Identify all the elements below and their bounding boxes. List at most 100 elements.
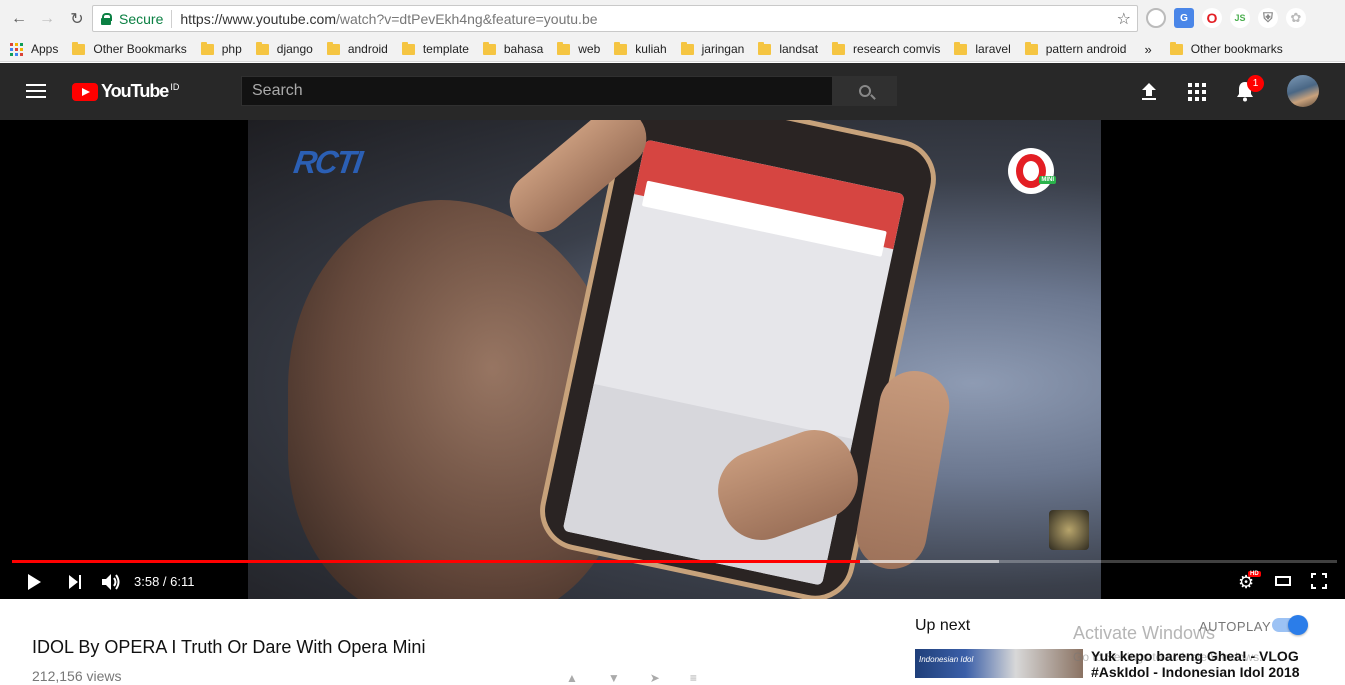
next-icon[interactable] bbox=[69, 575, 83, 589]
video-title: IDOL By OPERA I Truth Or Dare With Opera… bbox=[32, 637, 426, 657]
bookmark-label: research comvis bbox=[853, 42, 941, 56]
folder-icon bbox=[680, 41, 694, 55]
bookmark-folder[interactable]: django bbox=[255, 41, 313, 56]
secure-label: Secure bbox=[119, 10, 164, 27]
volume-icon[interactable] bbox=[101, 573, 121, 591]
share-icon[interactable]: ➤ bbox=[650, 671, 660, 685]
folder-icon bbox=[200, 41, 214, 55]
extension-leaf-icon[interactable]: ✿ bbox=[1286, 8, 1306, 28]
fullscreen-icon[interactable] bbox=[1311, 573, 1327, 589]
watch-info: IDOL By OPERA I Truth Or Dare With Opera… bbox=[0, 599, 1345, 685]
logo-region: ID bbox=[170, 81, 180, 92]
avatar[interactable] bbox=[1287, 75, 1319, 107]
video-frame[interactable]: RCTI MINI bbox=[248, 120, 1101, 599]
folder-icon bbox=[401, 41, 415, 55]
youtube-play-logo-icon bbox=[72, 82, 98, 101]
apps-icon[interactable] bbox=[1188, 83, 1206, 101]
autoplay-toggle-knob[interactable] bbox=[1288, 615, 1308, 635]
folder-icon bbox=[72, 41, 86, 55]
folder-icon bbox=[482, 41, 496, 55]
bookmark-folder[interactable]: android bbox=[326, 41, 388, 56]
folder-icon bbox=[326, 41, 340, 55]
js-extension-icon[interactable]: JS bbox=[1230, 8, 1250, 28]
logo-text: YouTube bbox=[101, 81, 169, 101]
dislike-icon[interactable]: ▼ bbox=[608, 671, 620, 685]
bookmark-folder[interactable]: php bbox=[200, 41, 242, 56]
video-player[interactable]: RCTI MINI bbox=[0, 120, 1345, 599]
search-icon bbox=[858, 85, 871, 97]
browser-toolbar: ← → ↻ Secure https://www.youtube.com/wat… bbox=[0, 0, 1345, 37]
bookmark-other-folder[interactable]: Other bookmarks bbox=[1169, 41, 1283, 56]
upload-icon[interactable] bbox=[1140, 82, 1158, 102]
folder-icon bbox=[832, 41, 846, 55]
bookmark-folder[interactable]: Other Bookmarks bbox=[72, 41, 187, 56]
folder-icon bbox=[557, 41, 571, 55]
youtube-logo[interactable]: YouTube ID bbox=[72, 81, 179, 102]
search-button[interactable] bbox=[832, 76, 897, 106]
next-video-title[interactable]: Yuk kepo bareng Ghea! - VLOG #AskIdol - … bbox=[1091, 648, 1331, 680]
bookmarks-overflow-chevron[interactable]: » bbox=[1144, 42, 1151, 57]
bookmark-label: Apps bbox=[31, 42, 59, 56]
time-display: 3:58 / 6:11 bbox=[134, 574, 195, 589]
bookmark-folder[interactable]: research comvis bbox=[832, 41, 941, 56]
folder-icon bbox=[1024, 41, 1038, 55]
bookmark-folder[interactable]: bahasa bbox=[482, 41, 544, 56]
search-input[interactable]: Search bbox=[241, 76, 833, 106]
shield-icon[interactable]: ⛨ bbox=[1258, 8, 1278, 28]
bookmark-label: jaringan bbox=[701, 42, 745, 56]
address-separator bbox=[171, 9, 173, 28]
opera-extension-icon[interactable]: O bbox=[1202, 8, 1222, 28]
bookmark-folder[interactable]: kuliah bbox=[614, 41, 667, 56]
bookmark-folder[interactable]: pattern android bbox=[1024, 41, 1126, 56]
folder-icon bbox=[255, 41, 269, 55]
notification-badge: 1 bbox=[1247, 75, 1264, 92]
channel-watermark-icon[interactable] bbox=[1049, 510, 1089, 550]
bookmark-label: android bbox=[347, 42, 388, 56]
like-icon[interactable]: ▲ bbox=[566, 671, 578, 685]
bookmark-folder[interactable]: landsat bbox=[758, 41, 819, 56]
url-path: /watch?v=dtPevEkh4ng&feature=youtu.be bbox=[336, 10, 598, 27]
rcti-watermark: RCTI bbox=[291, 144, 364, 180]
bookmark-label: django bbox=[276, 42, 313, 56]
bookmark-star-icon[interactable]: ☆ bbox=[1117, 9, 1131, 29]
apps-grid-icon[interactable] bbox=[10, 42, 23, 56]
next-video-thumbnail[interactable]: Indonesian Idol bbox=[915, 649, 1083, 678]
play-icon[interactable] bbox=[28, 574, 41, 590]
bookmark-label: landsat bbox=[779, 42, 819, 56]
bookmarks-bar: Apps Other Bookmarks php django android … bbox=[0, 37, 1345, 62]
bookmark-folder[interactable]: template bbox=[401, 41, 469, 56]
url-text[interactable]: https://www.youtube.com/watch?v=dtPevEkh… bbox=[180, 11, 597, 27]
bookmark-folder[interactable]: laravel bbox=[954, 41, 1011, 56]
extension-circle-icon[interactable] bbox=[1146, 8, 1166, 28]
translate-icon[interactable]: G bbox=[1174, 8, 1194, 28]
forward-arrow-icon[interactable]: → bbox=[36, 8, 58, 30]
up-next-label: Up next bbox=[915, 617, 971, 634]
reload-icon[interactable]: ↻ bbox=[66, 8, 88, 30]
bookmark-label: php bbox=[221, 42, 242, 56]
next-thumb-text: Indonesian Idol bbox=[919, 655, 974, 664]
opera-mini-tag: MINI bbox=[1039, 176, 1056, 184]
folder-icon bbox=[614, 41, 628, 55]
folder-icon bbox=[954, 41, 968, 55]
bookmark-label: template bbox=[422, 42, 469, 56]
view-count: 212,156 views bbox=[32, 668, 122, 684]
address-bar[interactable]: Secure https://www.youtube.com/watch?v=d… bbox=[92, 5, 1138, 32]
player-controls: 3:58 / 6:11 ⚙ HD bbox=[0, 568, 1345, 599]
bookmark-label: laravel bbox=[975, 42, 1011, 56]
more-icon[interactable]: ≡ bbox=[690, 671, 697, 685]
folder-icon bbox=[1169, 41, 1183, 55]
menu-icon[interactable] bbox=[26, 84, 46, 98]
bookmark-label: bahasa bbox=[503, 42, 544, 56]
url-host: https://www.youtube.com bbox=[180, 10, 336, 27]
bookmark-label: web bbox=[578, 42, 601, 56]
progress-bar[interactable] bbox=[12, 560, 1337, 563]
bookmark-apps[interactable]: Apps bbox=[31, 42, 58, 56]
bookmark-folder[interactable]: jaringan bbox=[680, 41, 745, 56]
bookmark-folder[interactable]: web bbox=[557, 41, 601, 56]
back-arrow-icon[interactable]: ← bbox=[8, 8, 30, 30]
youtube-header: YouTube ID Search 1 bbox=[0, 63, 1345, 120]
theater-mode-icon[interactable] bbox=[1275, 576, 1291, 586]
progress-played bbox=[12, 560, 860, 563]
bookmark-label: Other bookmarks bbox=[1190, 42, 1283, 56]
activate-windows-title: Activate Windows bbox=[1073, 623, 1216, 643]
